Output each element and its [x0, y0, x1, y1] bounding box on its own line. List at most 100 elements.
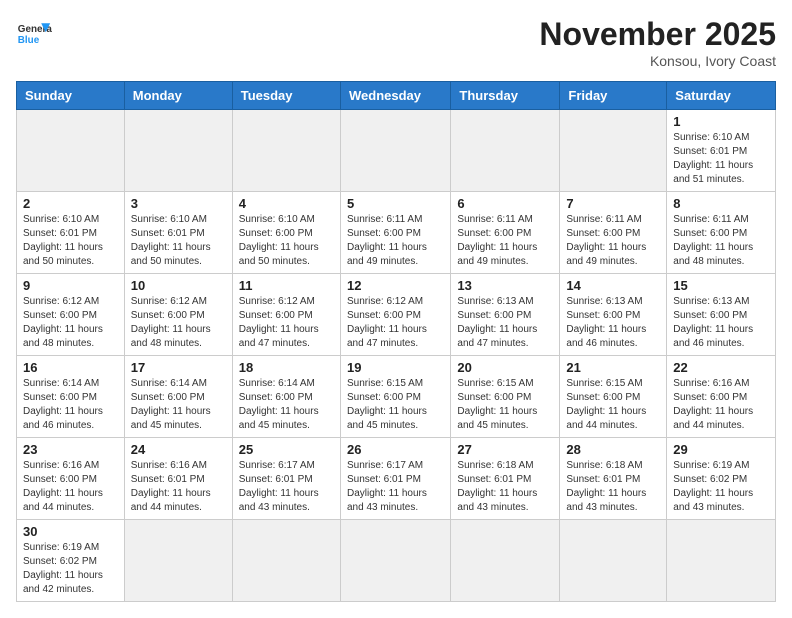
calendar-week-row: 23Sunrise: 6:16 AM Sunset: 6:00 PM Dayli…	[17, 438, 776, 520]
day-info: Sunrise: 6:12 AM Sunset: 6:00 PM Dayligh…	[239, 295, 334, 351]
page-header: General Blue November 2025 Konsou, Ivory…	[16, 16, 776, 69]
day-info: Sunrise: 6:15 AM Sunset: 6:00 PM Dayligh…	[566, 377, 660, 433]
day-info: Sunrise: 6:12 AM Sunset: 6:00 PM Dayligh…	[347, 295, 444, 351]
calendar-day-cell	[17, 110, 125, 192]
calendar-day-cell: 13Sunrise: 6:13 AM Sunset: 6:00 PM Dayli…	[451, 274, 560, 356]
day-number: 9	[23, 278, 118, 293]
calendar-day-cell	[232, 520, 340, 602]
day-number: 19	[347, 360, 444, 375]
calendar-day-cell: 9 Sunrise: 6:12 AM Sunset: 6:00 PM Daylig…	[17, 274, 125, 356]
day-number: 13	[457, 278, 553, 293]
day-number: 17	[131, 360, 226, 375]
day-number: 28	[566, 442, 660, 457]
calendar-day-cell	[124, 520, 232, 602]
day-number: 22	[673, 360, 769, 375]
day-info: Sunrise: 6:15 AM Sunset: 6:00 PM Dayligh…	[347, 377, 444, 433]
day-number: 15	[673, 278, 769, 293]
calendar-week-row: 16 Sunrise: 6:14 AM Sunset: 6:00 PM Dayli…	[17, 356, 776, 438]
day-info: Sunrise: 6:18 AM Sunset: 6:01 PM Dayligh…	[457, 459, 553, 515]
calendar-week-row: 9 Sunrise: 6:12 AM Sunset: 6:00 PM Daylig…	[17, 274, 776, 356]
calendar-day-cell: 21 Sunrise: 6:15 AM Sunset: 6:00 PM Dayli…	[560, 356, 667, 438]
calendar-day-cell: 8 Sunrise: 6:11 AM Sunset: 6:00 PM Daylig…	[667, 192, 776, 274]
day-info: Sunrise: 6:18 AM Sunset: 6:01 PM Dayligh…	[566, 459, 660, 515]
calendar-header-row: SundayMondayTuesdayWednesdayThursdayFrid…	[17, 82, 776, 110]
calendar-day-cell: 12 Sunrise: 6:12 AM Sunset: 6:00 PM Dayli…	[340, 274, 450, 356]
calendar-day-cell: 20 Sunrise: 6:15 AM Sunset: 6:00 PM Dayli…	[451, 356, 560, 438]
calendar-day-cell: 1 Sunrise: 6:10 AM Sunset: 6:01 PM Daylig…	[667, 110, 776, 192]
day-info: Sunrise: 6:17 AM Sunset: 6:01 PM Dayligh…	[347, 459, 444, 515]
calendar-week-row: 1 Sunrise: 6:10 AM Sunset: 6:01 PM Daylig…	[17, 110, 776, 192]
calendar-day-cell: 19 Sunrise: 6:15 AM Sunset: 6:00 PM Dayli…	[340, 356, 450, 438]
day-info: Sunrise: 6:16 AM Sunset: 6:00 PM Dayligh…	[673, 377, 769, 433]
calendar-day-cell	[560, 520, 667, 602]
calendar-day-cell: 27Sunrise: 6:18 AM Sunset: 6:01 PM Dayli…	[451, 438, 560, 520]
day-info: Sunrise: 6:19 AM Sunset: 6:02 PM Dayligh…	[23, 541, 118, 597]
calendar-day-cell: 15Sunrise: 6:13 AM Sunset: 6:00 PM Dayli…	[667, 274, 776, 356]
day-number: 16	[23, 360, 118, 375]
svg-text:Blue: Blue	[18, 35, 40, 46]
day-number: 5	[347, 196, 444, 211]
day-number: 7	[566, 196, 660, 211]
day-number: 20	[457, 360, 553, 375]
logo-icon: General Blue	[16, 16, 52, 52]
calendar-day-cell	[667, 520, 776, 602]
day-number: 24	[131, 442, 226, 457]
calendar-day-cell: 14Sunrise: 6:13 AM Sunset: 6:00 PM Dayli…	[560, 274, 667, 356]
calendar-week-row: 30 Sunrise: 6:19 AM Sunset: 6:02 PM Dayli…	[17, 520, 776, 602]
calendar-week-row: 2 Sunrise: 6:10 AM Sunset: 6:01 PM Daylig…	[17, 192, 776, 274]
calendar-day-cell: 2 Sunrise: 6:10 AM Sunset: 6:01 PM Daylig…	[17, 192, 125, 274]
day-of-week-header: Friday	[560, 82, 667, 110]
calendar-day-cell	[232, 110, 340, 192]
day-info: Sunrise: 6:14 AM Sunset: 6:00 PM Dayligh…	[131, 377, 226, 433]
calendar-day-cell	[340, 110, 450, 192]
calendar-day-cell: 17 Sunrise: 6:14 AM Sunset: 6:00 PM Dayli…	[124, 356, 232, 438]
day-number: 29	[673, 442, 769, 457]
calendar-day-cell: 6Sunrise: 6:11 AM Sunset: 6:00 PM Daylig…	[451, 192, 560, 274]
day-info: Sunrise: 6:16 AM Sunset: 6:00 PM Dayligh…	[23, 459, 118, 515]
day-info: Sunrise: 6:14 AM Sunset: 6:00 PM Dayligh…	[239, 377, 334, 433]
calendar-day-cell: 7 Sunrise: 6:11 AM Sunset: 6:00 PM Daylig…	[560, 192, 667, 274]
day-number: 2	[23, 196, 118, 211]
day-info: Sunrise: 6:15 AM Sunset: 6:00 PM Dayligh…	[457, 377, 553, 433]
calendar-table: SundayMondayTuesdayWednesdayThursdayFrid…	[16, 81, 776, 602]
day-of-week-header: Wednesday	[340, 82, 450, 110]
calendar-day-cell: 26 Sunrise: 6:17 AM Sunset: 6:01 PM Dayli…	[340, 438, 450, 520]
location: Konsou, Ivory Coast	[539, 53, 776, 69]
calendar-day-cell: 5 Sunrise: 6:11 AM Sunset: 6:00 PM Daylig…	[340, 192, 450, 274]
day-info: Sunrise: 6:12 AM Sunset: 6:00 PM Dayligh…	[23, 295, 118, 351]
day-info: Sunrise: 6:11 AM Sunset: 6:00 PM Dayligh…	[566, 213, 660, 269]
calendar-day-cell: 24Sunrise: 6:16 AM Sunset: 6:01 PM Dayli…	[124, 438, 232, 520]
day-info: Sunrise: 6:10 AM Sunset: 6:00 PM Dayligh…	[239, 213, 334, 269]
calendar-day-cell: 23Sunrise: 6:16 AM Sunset: 6:00 PM Dayli…	[17, 438, 125, 520]
day-info: Sunrise: 6:11 AM Sunset: 6:00 PM Dayligh…	[457, 213, 553, 269]
day-of-week-header: Tuesday	[232, 82, 340, 110]
calendar-day-cell	[124, 110, 232, 192]
day-number: 30	[23, 524, 118, 539]
day-info: Sunrise: 6:19 AM Sunset: 6:02 PM Dayligh…	[673, 459, 769, 515]
day-info: Sunrise: 6:10 AM Sunset: 6:01 PM Dayligh…	[131, 213, 226, 269]
calendar-day-cell: 11Sunrise: 6:12 AM Sunset: 6:00 PM Dayli…	[232, 274, 340, 356]
calendar-day-cell: 29 Sunrise: 6:19 AM Sunset: 6:02 PM Dayli…	[667, 438, 776, 520]
day-info: Sunrise: 6:10 AM Sunset: 6:01 PM Dayligh…	[673, 131, 769, 187]
day-number: 8	[673, 196, 769, 211]
calendar-day-cell: 16Sunrise: 6:14 AM Sunset: 6:00 PM Dayli…	[17, 356, 125, 438]
day-number: 26	[347, 442, 444, 457]
day-of-week-header: Thursday	[451, 82, 560, 110]
day-info: Sunrise: 6:11 AM Sunset: 6:00 PM Dayligh…	[673, 213, 769, 269]
day-number: 21	[566, 360, 660, 375]
day-info: Sunrise: 6:11 AM Sunset: 6:00 PM Dayligh…	[347, 213, 444, 269]
day-number: 1	[673, 114, 769, 129]
calendar-day-cell: 28 Sunrise: 6:18 AM Sunset: 6:01 PM Dayli…	[560, 438, 667, 520]
day-number: 12	[347, 278, 444, 293]
calendar-day-cell	[451, 110, 560, 192]
day-number: 25	[239, 442, 334, 457]
day-of-week-header: Saturday	[667, 82, 776, 110]
day-of-week-header: Sunday	[17, 82, 125, 110]
calendar-day-cell: 10Sunrise: 6:12 AM Sunset: 6:00 PM Dayli…	[124, 274, 232, 356]
calendar-day-cell	[451, 520, 560, 602]
month-title: November 2025	[539, 16, 776, 53]
day-info: Sunrise: 6:10 AM Sunset: 6:01 PM Dayligh…	[23, 213, 118, 269]
logo: General Blue	[16, 16, 52, 52]
calendar-day-cell	[340, 520, 450, 602]
calendar-day-cell: 3Sunrise: 6:10 AM Sunset: 6:01 PM Daylig…	[124, 192, 232, 274]
